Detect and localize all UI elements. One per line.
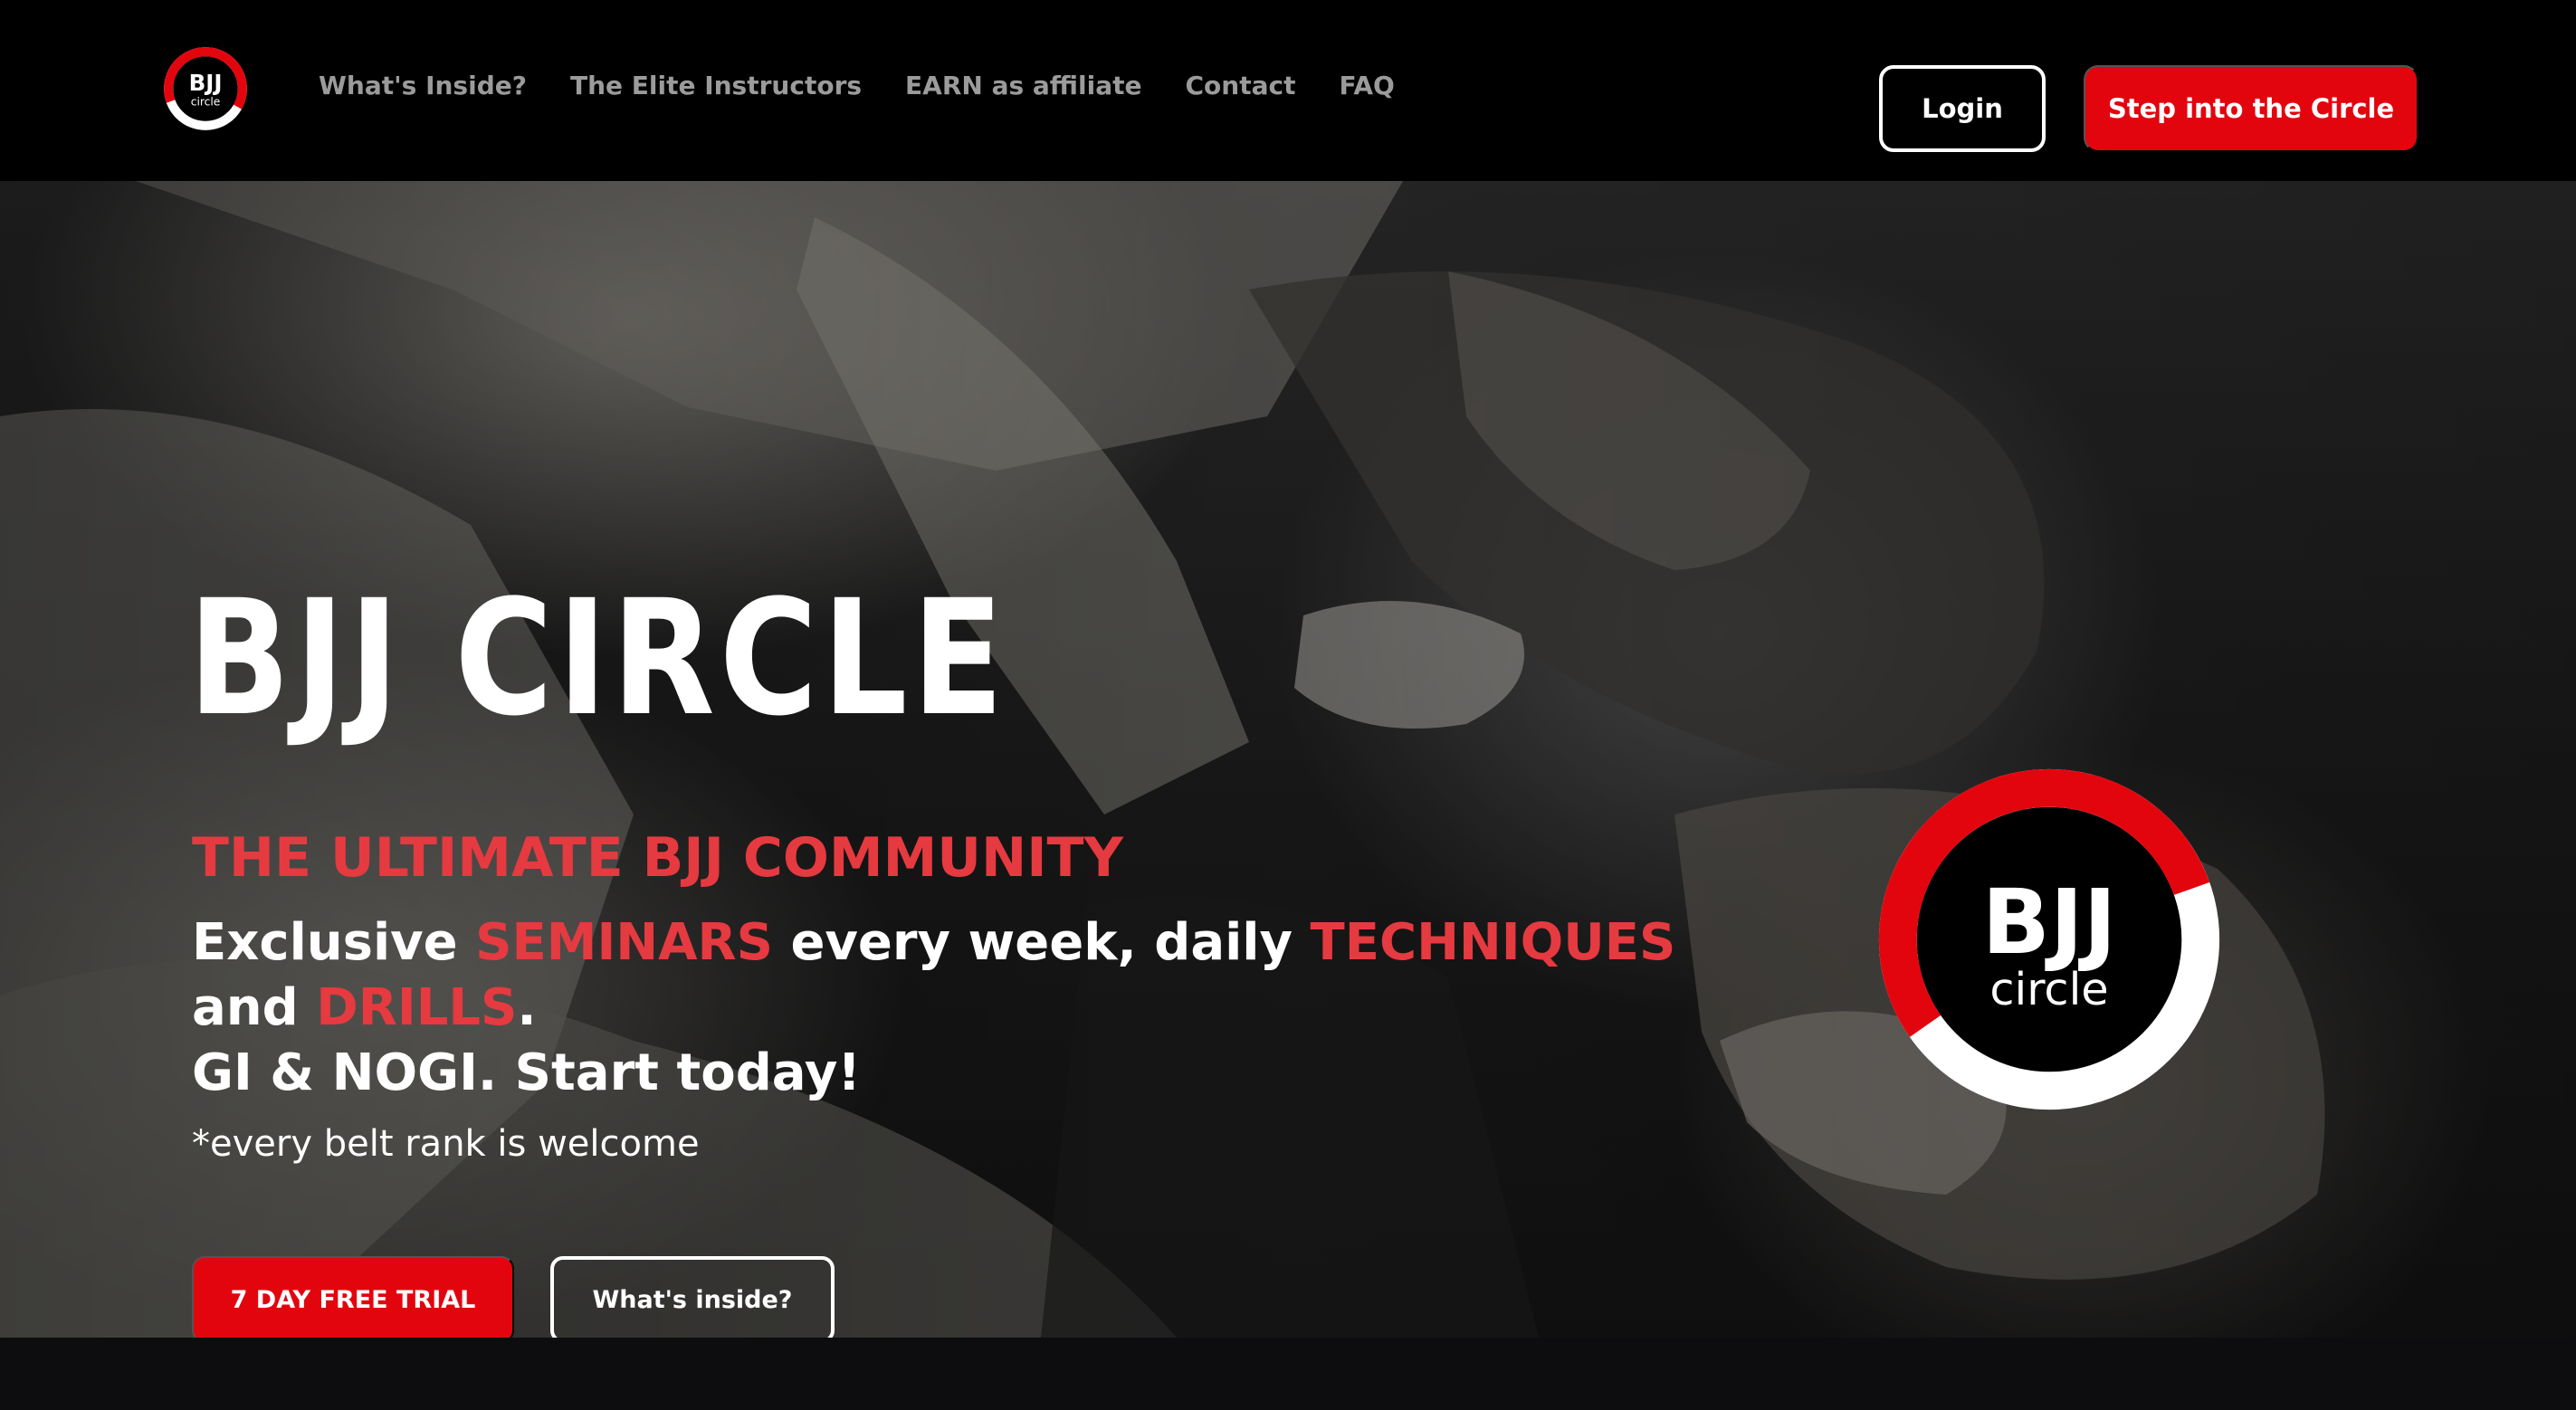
whats-inside-button[interactable]: What's inside? (550, 1256, 835, 1338)
hero-description: Exclusive SEMINARS every week, daily TEC… (192, 910, 1731, 1106)
main-nav: What's Inside? The Elite Instructors EAR… (319, 71, 1395, 100)
top-navbar: BJJ circle What's Inside? The Elite Inst… (0, 0, 2576, 181)
nav-link-contact[interactable]: Contact (1185, 71, 1295, 100)
nav-link-whats-inside[interactable]: What's Inside? (319, 71, 527, 100)
step-into-circle-button[interactable]: Step into the Circle (2084, 65, 2419, 152)
hero-logo-text-circle: circle (1989, 963, 2108, 1015)
hero-desc-highlight-drills: DRILLS (316, 978, 518, 1037)
hero-desc-highlight-techniques: TECHNIQUES (1310, 913, 1676, 972)
hero-desc-highlight-seminars: SEMINARS (475, 913, 773, 972)
hero-desc-text: and (192, 978, 317, 1037)
nav-link-earn-affiliate[interactable]: EARN as affiliate (905, 71, 1141, 100)
nav-link-faq[interactable]: FAQ (1339, 71, 1394, 100)
hero-desc-text: Exclusive (192, 913, 476, 972)
nav-link-elite-instructors[interactable]: The Elite Instructors (570, 71, 862, 100)
hero-desc-text: . (517, 978, 537, 1037)
brand-logo-icon[interactable]: BJJ circle (159, 43, 252, 135)
hero-subtitle: THE ULTIMATE BJJ COMMUNITY (192, 826, 1123, 890)
logo-text-circle: circle (191, 95, 221, 108)
hero-circle-logo-icon: BJJ circle (1878, 768, 2220, 1110)
hero-desc-line3: GI & NOGI. Start today! (192, 1043, 861, 1102)
hero-desc-text: every week, daily (772, 913, 1311, 972)
hero-belt-note: *every belt rank is welcome (192, 1123, 700, 1165)
hero-title: BJJ CIRCLE (188, 566, 1008, 751)
free-trial-button[interactable]: 7 DAY FREE TRIAL (192, 1256, 514, 1338)
hero-section: BJJ CIRCLE THE ULTIMATE BJJ COMMUNITY Ex… (0, 181, 2576, 1338)
logo-text-bjj: BJJ (189, 70, 223, 96)
next-section-band (0, 1338, 2576, 1410)
hero-logo-text-bjj: BJJ (1982, 871, 2117, 975)
login-button[interactable]: Login (1879, 65, 2046, 152)
